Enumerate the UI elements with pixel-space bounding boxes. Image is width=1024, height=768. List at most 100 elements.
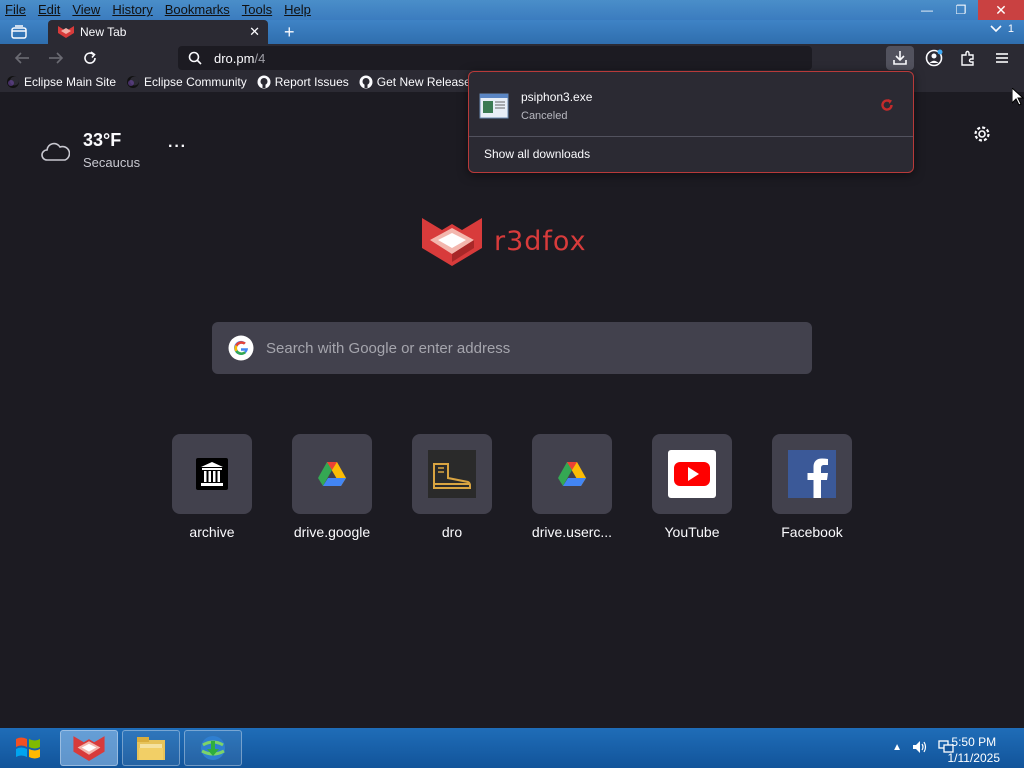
- folder-tabs-icon: [11, 25, 27, 39]
- google-drive-icon: [318, 462, 346, 486]
- search-icon: [188, 51, 202, 65]
- nav-toolbar: dro.pm/4: [0, 44, 1024, 72]
- clock-time: 5:50 PM: [951, 735, 997, 749]
- windows-logo-icon: [16, 737, 40, 759]
- menu-view[interactable]: View: [66, 0, 106, 20]
- retry-download-button[interactable]: [879, 97, 895, 118]
- bookmark-label: Eclipse Main Site: [24, 75, 117, 89]
- gear-icon: [974, 126, 990, 142]
- title-bar: File Edit View History Bookmarks Tools H…: [0, 0, 1024, 20]
- r3dfox-icon: [73, 736, 105, 761]
- account-icon: [925, 49, 943, 67]
- tile-label: YouTube: [664, 524, 720, 540]
- top-site-drive-usercontent[interactable]: drive.userc...: [512, 434, 632, 540]
- show-hidden-icons-button[interactable]: ▲: [892, 742, 902, 753]
- tile-icon-box: [532, 434, 612, 514]
- menu-bar: File Edit View History Bookmarks Tools H…: [0, 0, 317, 20]
- bookmark-eclipse-community[interactable]: Eclipse Community: [126, 75, 247, 89]
- tile-icon-box: [292, 434, 372, 514]
- divider: [469, 136, 913, 137]
- top-site-facebook[interactable]: Facebook: [752, 434, 872, 540]
- tile-icon-box: [652, 434, 732, 514]
- app-menu-button[interactable]: [988, 46, 1016, 70]
- tab-new-tab[interactable]: New Tab ✕: [48, 20, 268, 44]
- tile-icon-box: [772, 434, 852, 514]
- close-tab-button[interactable]: ✕: [249, 24, 260, 40]
- url-path: /4: [254, 50, 266, 66]
- bookmark-get-new-releases[interactable]: Get New Releases: [359, 75, 477, 89]
- url-text: dro.pm/4: [214, 51, 265, 66]
- hamburger-menu-icon: [996, 53, 1008, 63]
- download-info: psiphon3.exe Canceled: [521, 90, 592, 122]
- reload-button[interactable]: [78, 47, 102, 69]
- screen: File Edit View History Bookmarks Tools H…: [0, 0, 1024, 768]
- tab-count: 1: [1007, 23, 1014, 35]
- downloads-panel: psiphon3.exe Canceled Show all downloads: [468, 71, 914, 173]
- top-sites: archive drive.google dro drive.userc...: [152, 434, 872, 540]
- weather-widget[interactable]: 33°F Secaucus: [40, 130, 140, 170]
- menu-file[interactable]: File: [0, 0, 32, 20]
- downloads-button[interactable]: [886, 46, 914, 70]
- download-file-name: psiphon3.exe: [521, 90, 593, 104]
- tile-label: drive.google: [293, 524, 371, 540]
- dro-icon: [428, 450, 476, 498]
- url-host: dro.pm: [214, 50, 255, 66]
- r3dfox-favicon-icon: [58, 26, 74, 38]
- search-placeholder: Search with Google or enter address: [266, 339, 511, 357]
- taskbar-r3dfox[interactable]: [60, 730, 118, 766]
- start-button[interactable]: [8, 730, 48, 766]
- extensions-button[interactable]: [954, 46, 982, 70]
- taskbar-download-manager[interactable]: [184, 730, 242, 766]
- back-button[interactable]: [10, 47, 34, 69]
- top-site-drive-google[interactable]: drive.google: [272, 434, 392, 540]
- tile-icon-box: [172, 434, 252, 514]
- top-site-archive[interactable]: archive: [152, 434, 272, 540]
- tile-label: drive.userc...: [531, 524, 613, 540]
- cloud-icon: [41, 142, 70, 161]
- bookmark-eclipse-main-site[interactable]: Eclipse Main Site: [6, 75, 116, 89]
- weather-text: 33°F Secaucus: [83, 130, 140, 170]
- menu-bookmarks[interactable]: Bookmarks: [159, 0, 236, 20]
- weather-more-options-button[interactable]: ···: [168, 138, 187, 156]
- menu-edit[interactable]: Edit: [32, 0, 66, 20]
- weather-temperature: 33°F: [83, 130, 122, 150]
- tab-groups-button[interactable]: [8, 22, 30, 42]
- tile-label: archive: [189, 524, 235, 540]
- bookmark-report-issues[interactable]: Report Issues: [257, 75, 349, 89]
- tile-label: dro: [441, 524, 463, 540]
- volume-icon[interactable]: [912, 740, 928, 754]
- google-drive-icon: [558, 462, 586, 486]
- clock[interactable]: 5:50 PM 1/11/2025: [948, 734, 1001, 766]
- minimize-button[interactable]: —: [910, 0, 944, 20]
- url-bar[interactable]: dro.pm/4: [178, 46, 812, 70]
- customize-button[interactable]: [972, 124, 992, 149]
- menu-tools[interactable]: Tools: [236, 0, 278, 20]
- window-controls: — ❐ ✕: [910, 0, 1024, 20]
- taskbar: ▲ 5:50 PM 1/11/2025: [0, 728, 1024, 768]
- bookmark-label: Get New Releases: [376, 75, 477, 89]
- top-site-dro[interactable]: dro: [392, 434, 512, 540]
- folder-icon: [137, 737, 165, 760]
- menu-help[interactable]: Help: [278, 0, 317, 20]
- download-item[interactable]: psiphon3.exe Canceled: [479, 82, 903, 130]
- search-box[interactable]: Search with Google or enter address: [212, 322, 812, 374]
- tab-title: New Tab: [80, 25, 127, 39]
- show-all-downloads-button[interactable]: Show all downloads: [484, 147, 590, 161]
- account-button[interactable]: [920, 46, 948, 70]
- restore-button[interactable]: ❐: [944, 0, 978, 20]
- forward-button[interactable]: [44, 47, 68, 69]
- top-site-youtube[interactable]: YouTube: [632, 434, 752, 540]
- eclipse-icon: [6, 75, 20, 89]
- exe-file-icon: [479, 93, 509, 119]
- close-window-button[interactable]: ✕: [978, 0, 1024, 20]
- list-all-tabs-button[interactable]: 1: [990, 23, 1014, 35]
- new-tab-page: 33°F Secaucus ··· r3dfox Search with Goo…: [0, 92, 1024, 728]
- menu-history[interactable]: History: [106, 0, 158, 20]
- google-icon: [228, 335, 254, 361]
- tab-strip: New Tab ✕ + 1: [0, 20, 1024, 44]
- reload-icon: [84, 51, 96, 64]
- archive-icon: [196, 458, 228, 490]
- taskbar-file-explorer[interactable]: [122, 730, 180, 766]
- forward-arrow-icon: [49, 52, 64, 64]
- new-tab-button[interactable]: +: [284, 22, 295, 42]
